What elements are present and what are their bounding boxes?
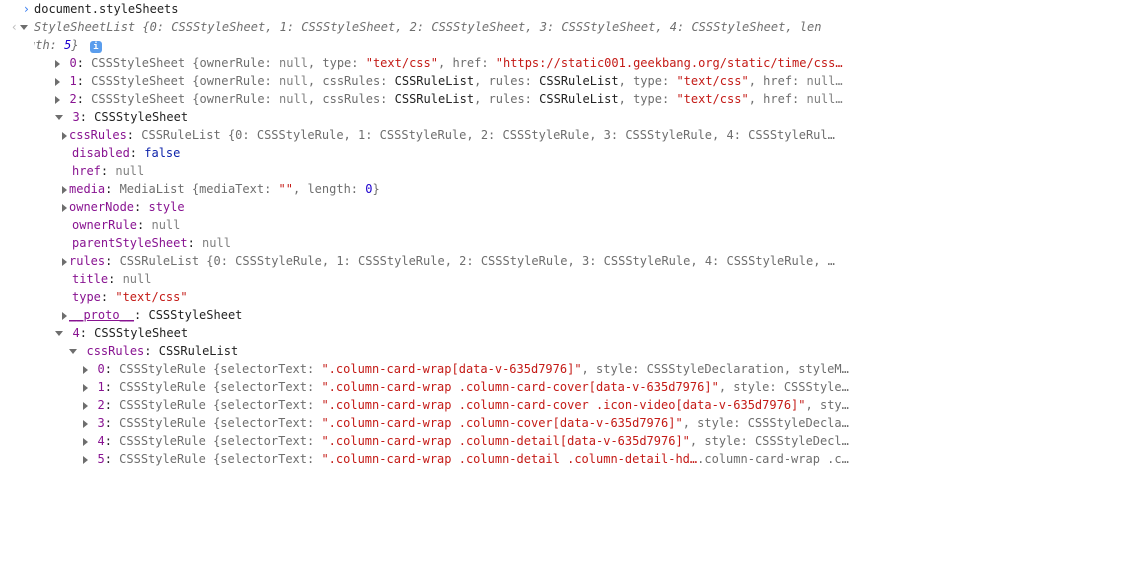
prop-href: href: null xyxy=(4,162,1138,180)
expand-toggle-icon[interactable] xyxy=(83,366,88,374)
expand-toggle-icon[interactable] xyxy=(83,456,88,464)
console-input-row: › document.styleSheets xyxy=(4,0,1138,18)
expand-toggle-icon[interactable] xyxy=(83,384,88,392)
expand-toggle-icon[interactable] xyxy=(55,115,63,120)
cssrule-1-row[interactable]: 1: CSSStyleRule {selectorText: ".column-… xyxy=(4,378,1138,396)
expand-toggle-icon[interactable] xyxy=(69,349,77,354)
prop-parentstylesheet: parentStyleSheet: null xyxy=(4,234,1138,252)
prop-ownerrule: ownerRule: null xyxy=(4,216,1138,234)
cssrule-3-row[interactable]: 3: CSSStyleRule {selectorText: ".column-… xyxy=(4,414,1138,432)
expand-toggle-icon[interactable] xyxy=(55,60,60,68)
info-icon[interactable]: i xyxy=(90,41,102,53)
prop-ownernode[interactable]: ownerNode: style xyxy=(4,198,1138,216)
prop-media[interactable]: media: MediaList {mediaText: "", length:… xyxy=(4,180,1138,198)
prop-rules[interactable]: rules: CSSRuleList {0: CSSStyleRule, 1: … xyxy=(4,252,1138,270)
expand-toggle-icon[interactable] xyxy=(55,331,63,336)
expand-toggle-icon[interactable] xyxy=(83,402,88,410)
expand-toggle-icon[interactable] xyxy=(83,420,88,428)
expand-toggle-icon[interactable] xyxy=(83,438,88,446)
result-summary-body: 0: CSSStyleSheet, 1: CSSStyleSheet, 2: C… xyxy=(34,20,821,52)
expand-toggle-icon[interactable] xyxy=(62,132,67,140)
prop-title: title: null xyxy=(4,270,1138,288)
input-prompt-icon: › xyxy=(23,0,30,18)
prop-cssrules[interactable]: cssRules: CSSRuleList {0: CSSStyleRule, … xyxy=(4,126,1138,144)
expand-toggle-icon[interactable] xyxy=(20,25,28,30)
console-result-row[interactable]: ‹ StyleSheetList {0: CSSStyleSheet, 1: C… xyxy=(4,18,1138,54)
expand-toggle-icon[interactable] xyxy=(55,78,60,86)
expand-toggle-icon[interactable] xyxy=(62,258,67,266)
cssrule-5-row[interactable]: 5: CSSStyleRule {selectorText: ".column-… xyxy=(4,450,1138,468)
stylesheet-1-row[interactable]: 1: CSSStyleSheet {ownerRule: null, cssRu… xyxy=(4,72,1138,90)
stylesheet-2-row[interactable]: 2: CSSStyleSheet {ownerRule: null, cssRu… xyxy=(4,90,1138,108)
expand-toggle-icon[interactable] xyxy=(62,204,67,212)
prop-type: type: "text/css" xyxy=(4,288,1138,306)
output-prompt-icon: ‹ xyxy=(11,18,18,36)
expand-toggle-icon[interactable] xyxy=(62,312,67,320)
stylesheet-4-row[interactable]: 4: CSSStyleSheet xyxy=(4,324,1138,342)
console-input-expression: document.styleSheets xyxy=(34,2,179,16)
stylesheet-3-row[interactable]: 3: CSSStyleSheet xyxy=(4,108,1138,126)
expand-toggle-icon[interactable] xyxy=(55,96,60,104)
cssrule-2-row[interactable]: 2: CSSStyleRule {selectorText: ".column-… xyxy=(4,396,1138,414)
cssrule-0-row[interactable]: 0: CSSStyleRule {selectorText: ".column-… xyxy=(4,360,1138,378)
prop-proto[interactable]: __proto__: CSSStyleSheet xyxy=(4,306,1138,324)
expand-toggle-icon[interactable] xyxy=(62,186,67,194)
cssrule-4-row[interactable]: 4: CSSStyleRule {selectorText: ".column-… xyxy=(4,432,1138,450)
stylesheet-0-row[interactable]: 0: CSSStyleSheet {ownerRule: null, type:… xyxy=(4,54,1138,72)
prop-disabled: disabled: false xyxy=(4,144,1138,162)
result-class: StyleSheetList { xyxy=(34,20,150,34)
stylesheet-4-cssrules-row[interactable]: cssRules: CSSRuleList xyxy=(4,342,1138,360)
